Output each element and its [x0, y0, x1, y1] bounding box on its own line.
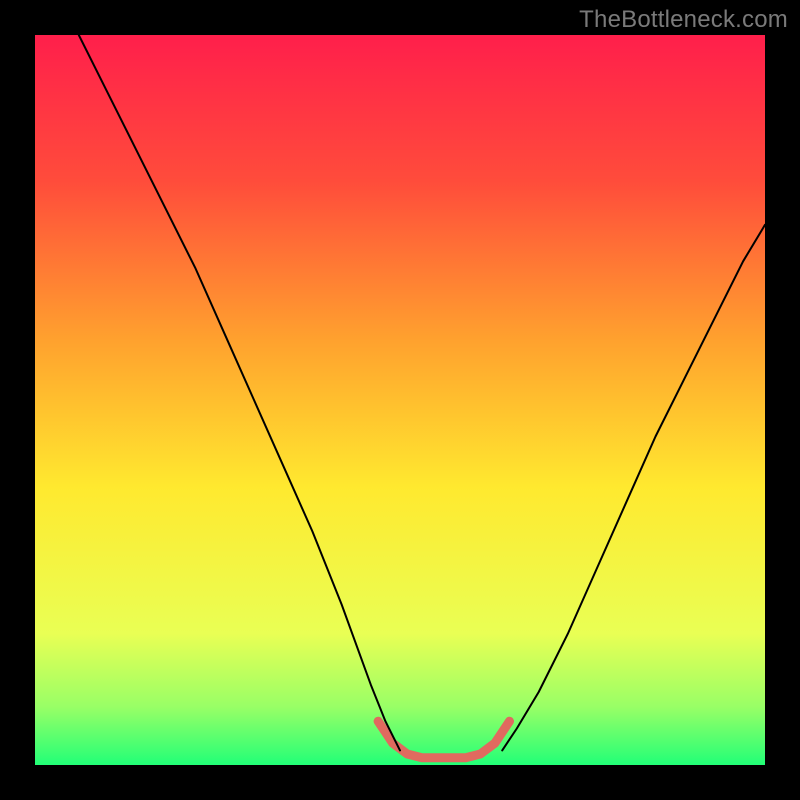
watermark-text: TheBottleneck.com: [579, 6, 788, 34]
chart-frame: TheBottleneck.com: [0, 0, 800, 800]
gradient-background: [35, 35, 765, 765]
chart-svg: [35, 35, 765, 765]
plot-area: [35, 35, 765, 765]
